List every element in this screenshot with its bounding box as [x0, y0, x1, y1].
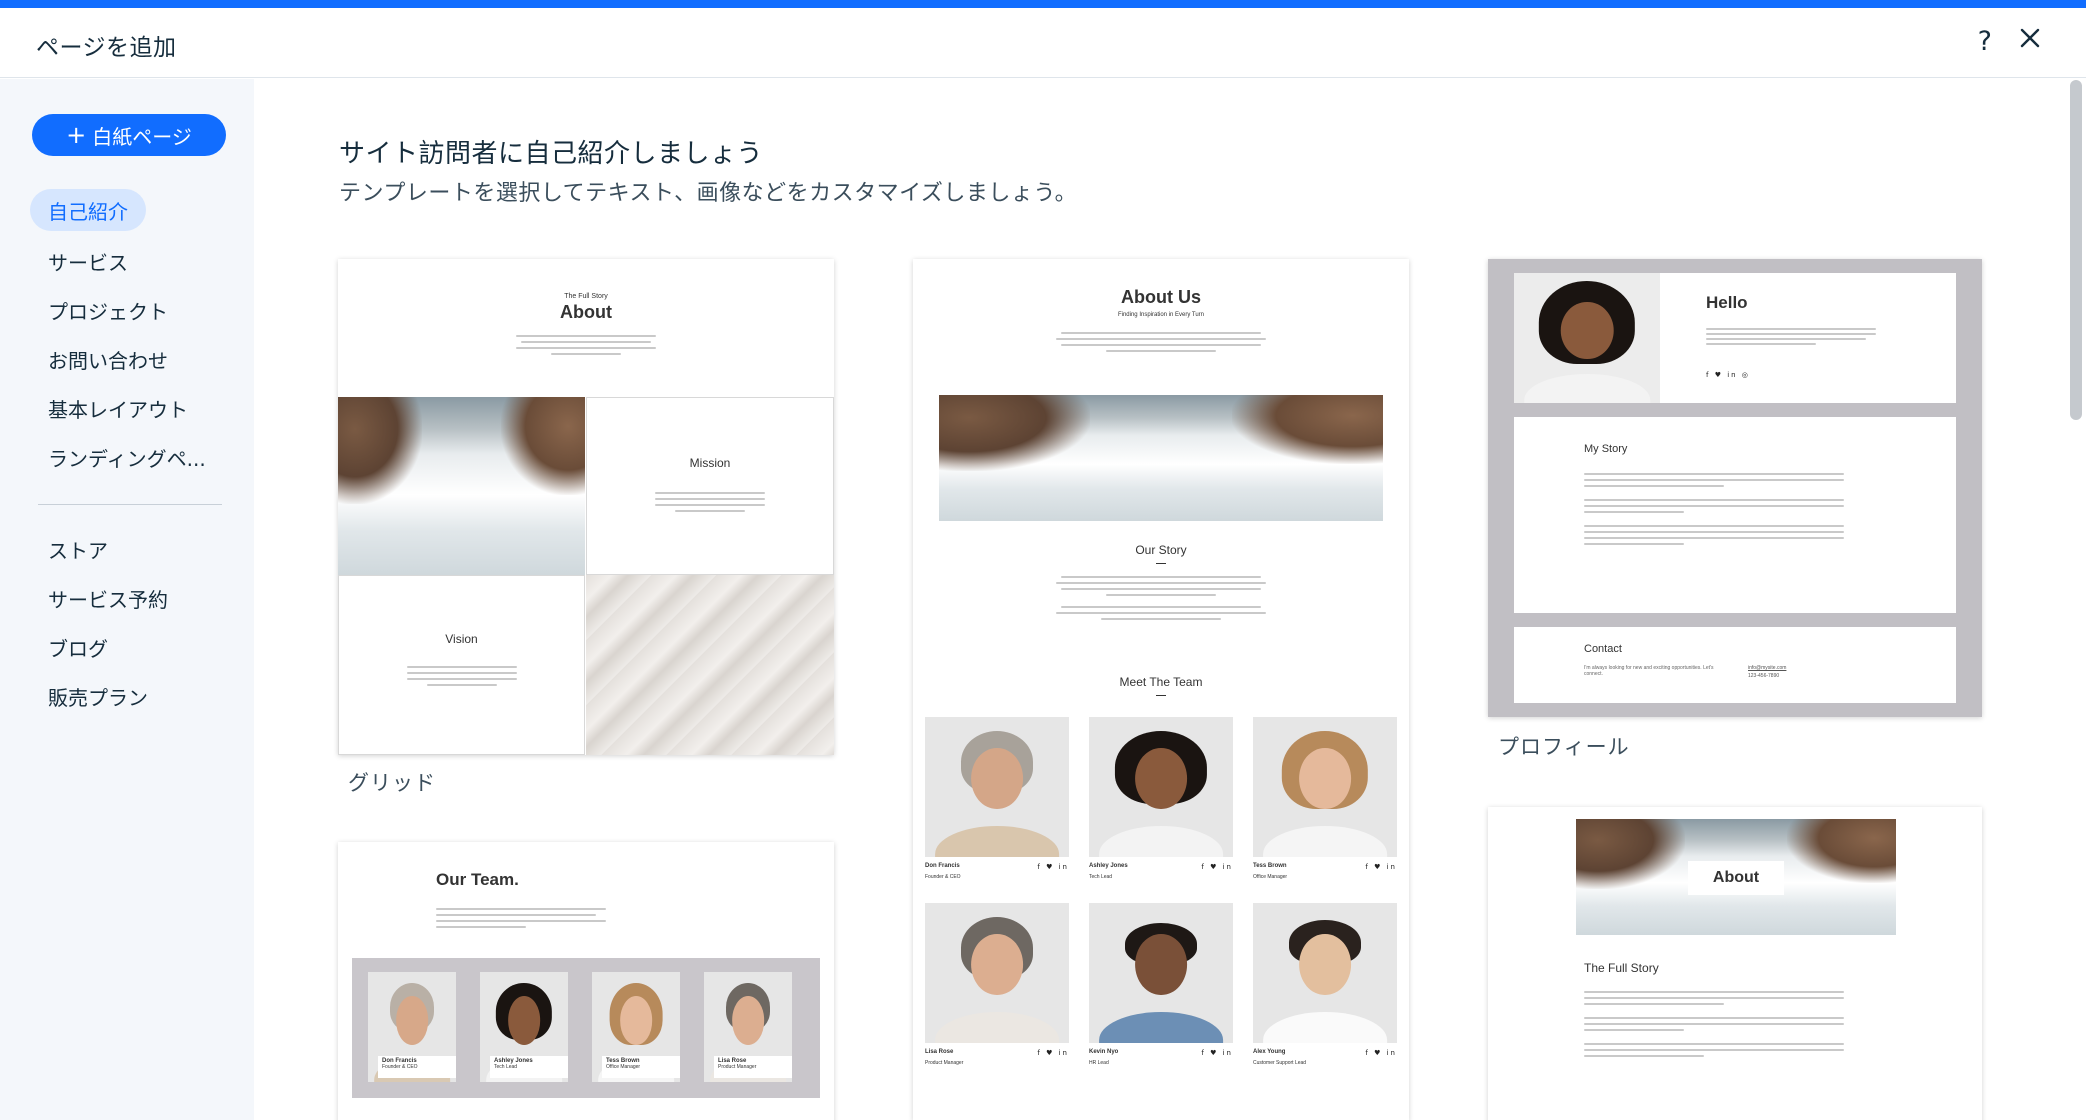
- grid-mission: Mission: [689, 456, 731, 470]
- nav-item-basic-layout[interactable]: 基本レイアウト: [30, 384, 230, 433]
- about-us-tagline: Finding Inspiration in Every Turn: [1117, 312, 1205, 318]
- close-icon: [2020, 28, 2040, 48]
- blank-page-button[interactable]: + 白紙ページ: [32, 114, 226, 156]
- blank-page-label: 白紙ページ: [92, 124, 192, 149]
- profile-contact-text: I'm always looking for new and exciting …: [1584, 665, 1714, 677]
- template-gallery: サイト訪問者に自己紹介しましょう テンプレートを選択してテキスト、画像などをカス…: [254, 79, 2086, 1120]
- grid-kicker: The Full Story: [564, 293, 608, 300]
- team-role: HR Lead: [1089, 1060, 1109, 1066]
- dialog-header: ページを追加 ?: [0, 8, 2086, 78]
- social-icons: f ♥ in: [1365, 1049, 1397, 1057]
- nav-item-landing[interactable]: ランディングペ...: [30, 433, 230, 482]
- template-label-grid: グリッド: [348, 771, 436, 795]
- profile-photo: [1514, 273, 1660, 403]
- team-photo: [925, 903, 1069, 1043]
- team-photo: Don Francis Founder & CEO: [368, 972, 456, 1082]
- gallery-subheading: テンプレートを選択してテキスト、画像などをカスタマイズしましょう。: [339, 181, 1078, 206]
- team-photo: [1089, 903, 1233, 1043]
- nav-item-services[interactable]: サービス: [30, 237, 230, 286]
- team-name: Tess Brown: [1253, 863, 1287, 869]
- team-role: Office Manager: [606, 1064, 641, 1070]
- team-role: Founder & CEO: [925, 874, 961, 880]
- social-icons: f ♥ in ◎: [1706, 371, 1750, 379]
- our-team-title: Our Team.: [436, 870, 519, 889]
- team-photo: Tess Brown Office Manager: [592, 972, 680, 1082]
- template-card-about-story[interactable]: About The Full Story: [1488, 807, 1982, 1120]
- nav-item-about[interactable]: 自己紹介: [30, 189, 146, 231]
- template-card-about-us[interactable]: About Us Finding Inspiration in Every Tu…: [913, 259, 1409, 1120]
- profile-phone: 123-456-7890: [1748, 673, 1780, 679]
- team-role: Tech Lead: [494, 1064, 518, 1070]
- team-name: Kevin Nyo: [1089, 1049, 1119, 1055]
- social-icons: f ♥ in: [1201, 863, 1233, 871]
- about-story-banner-image: About: [1576, 819, 1896, 935]
- nav-item-pricing-plans[interactable]: 販売プラン: [30, 672, 230, 721]
- nav-item-blog[interactable]: ブログ: [30, 623, 230, 672]
- team-photo: [925, 717, 1069, 857]
- social-icons: f ♥ in: [1201, 1049, 1233, 1057]
- nav-item-store[interactable]: ストア: [30, 525, 230, 574]
- template-card-our-team[interactable]: Our Team. Don Francis Founder & CEO Ashl…: [338, 842, 834, 1120]
- about-story-title: About: [1688, 861, 1784, 895]
- profile-hello: Hello: [1706, 293, 1748, 312]
- team-role: Customer Support Lead: [1253, 1060, 1307, 1066]
- about-us-meet-team: Meet The Team: [1119, 675, 1203, 689]
- plus-icon: +: [66, 121, 87, 149]
- social-icons: f ♥ in: [1037, 1049, 1069, 1057]
- template-card-profile[interactable]: Hello f ♥ in ◎ My Story Contact I'm alwa…: [1488, 259, 1982, 717]
- about-us-banner-image: [939, 395, 1383, 521]
- team-name: Don Francis: [925, 863, 960, 869]
- scrollbar-thumb[interactable]: [2070, 80, 2082, 420]
- team-name: Alex Young: [1253, 1049, 1286, 1055]
- template-label-profile: プロフィール: [1498, 735, 1630, 759]
- team-role: Founder & CEO: [382, 1064, 418, 1070]
- help-button[interactable]: ?: [1978, 26, 1992, 57]
- about-us-title: About Us: [1121, 287, 1201, 307]
- about-us-our-story: Our Story: [1135, 543, 1187, 557]
- grid-image-marble: [586, 575, 834, 755]
- team-role: Product Manager: [925, 1060, 964, 1066]
- template-card-grid[interactable]: The Full Story About Mission Vision: [338, 259, 834, 755]
- team-photo: [1253, 717, 1397, 857]
- close-button[interactable]: [2014, 22, 2046, 54]
- dialog-title: ページを追加: [36, 35, 177, 61]
- top-accent-bar: [0, 0, 2086, 8]
- social-icons: f ♥ in: [1365, 863, 1397, 871]
- team-photo: Ashley Jones Tech Lead: [480, 972, 568, 1082]
- social-icons: f ♥ in: [1037, 863, 1069, 871]
- profile-my-story: My Story: [1584, 443, 1628, 455]
- team-role: Office Manager: [1253, 874, 1288, 880]
- profile-email: info@mysite.com: [1748, 665, 1787, 671]
- team-role: Tech Lead: [1089, 874, 1113, 880]
- team-photo: Lisa Rose Product Manager: [704, 972, 792, 1082]
- nav-item-contact[interactable]: お問い合わせ: [30, 335, 230, 384]
- gallery-heading: サイト訪問者に自己紹介しましょう: [339, 139, 764, 169]
- category-nav: 自己紹介 サービス プロジェクト お問い合わせ 基本レイアウト ランディングペ.…: [30, 189, 230, 721]
- grid-title: About: [560, 302, 612, 322]
- nav-divider: [38, 504, 222, 505]
- team-role: Product Manager: [718, 1064, 757, 1070]
- grid-vision: Vision: [445, 632, 478, 646]
- team-name: Ashley Jones: [1089, 863, 1128, 869]
- sidebar: + 白紙ページ 自己紹介 サービス プロジェクト お問い合わせ 基本レイアウト …: [0, 79, 254, 1120]
- team-name: Lisa Rose: [925, 1049, 954, 1055]
- gallery-scrollbar[interactable]: [2070, 80, 2082, 1120]
- profile-contact: Contact: [1584, 643, 1622, 655]
- nav-item-projects[interactable]: プロジェクト: [30, 286, 230, 335]
- grid-image-sea: [338, 397, 585, 575]
- team-photo: [1089, 717, 1233, 857]
- nav-item-bookings[interactable]: サービス予約: [30, 574, 230, 623]
- about-story-full-story: The Full Story: [1584, 961, 1659, 975]
- team-photo: [1253, 903, 1397, 1043]
